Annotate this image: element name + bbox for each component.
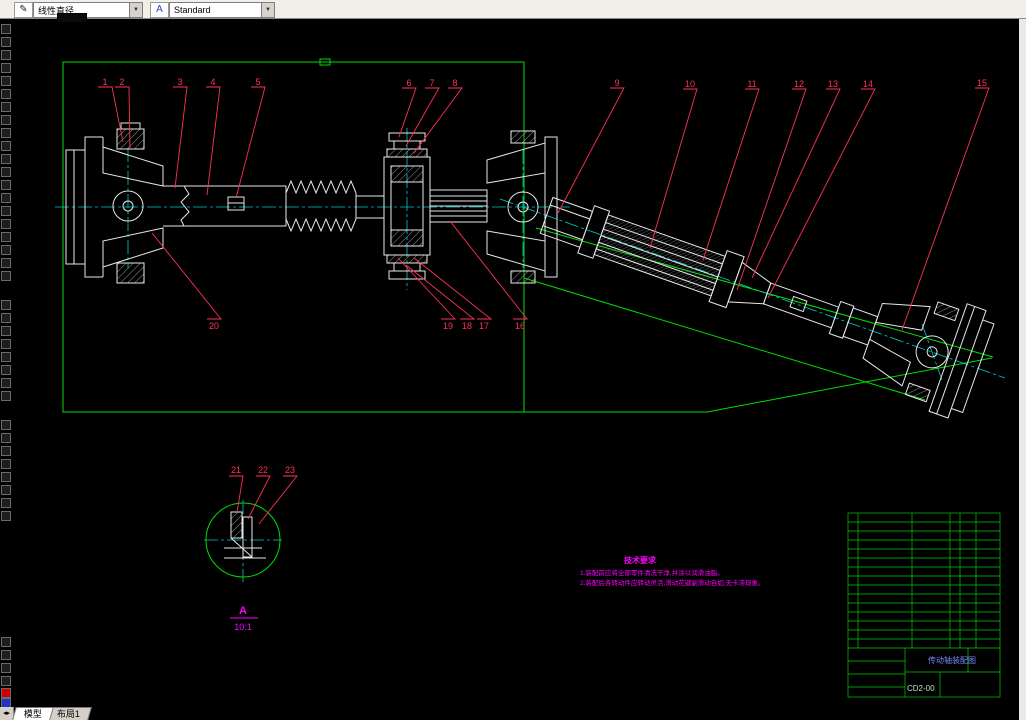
side-tool-button[interactable]: [1, 63, 11, 73]
side-tool-button[interactable]: [1, 378, 11, 388]
part-callout: 10: [685, 79, 695, 89]
part-callout: 16: [515, 321, 525, 331]
side-tool-button[interactable]: [1, 271, 11, 281]
side-tool-button[interactable]: [1, 50, 11, 60]
part-callout: 14: [863, 79, 873, 89]
centerlines: [55, 128, 1006, 582]
side-tool-button[interactable]: [1, 446, 11, 456]
detail-scale: 10:1: [234, 622, 252, 632]
part-callout: 5: [255, 77, 260, 87]
notes-title: 技术要求: [624, 555, 657, 565]
side-tool-button[interactable]: [1, 180, 11, 190]
part-callout: 4: [210, 77, 215, 87]
side-tool-button[interactable]: [1, 258, 11, 268]
side-tool-button[interactable]: [1, 688, 11, 698]
side-tool-button[interactable]: [1, 219, 11, 229]
side-tool-button[interactable]: [1, 485, 11, 495]
side-tool-button[interactable]: [1, 24, 11, 34]
part-callout: 19: [443, 321, 453, 331]
side-tool-button[interactable]: [1, 472, 11, 482]
pencil-icon: ✎: [19, 4, 28, 15]
side-tool-button[interactable]: [1, 511, 11, 521]
part-callout: 2: [119, 77, 124, 87]
part-callout: 7: [429, 78, 434, 88]
drawing-title: 传动轴装配图: [928, 655, 976, 665]
side-tool-button[interactable]: [1, 650, 11, 660]
side-tool-button[interactable]: [1, 89, 11, 99]
part-callout: 18: [462, 321, 472, 331]
part-callout: 11: [747, 79, 756, 89]
note-line: 2.装配后各转动件应转动灵活,滑动花键副滑动自如,无卡滞现象。: [580, 578, 765, 587]
letter-a-icon: A: [156, 4, 163, 15]
detail-label: A 10:1: [230, 605, 258, 632]
part-callout: 23: [285, 465, 295, 475]
side-tool-button[interactable]: [1, 498, 11, 508]
part-callout: 20: [209, 321, 219, 331]
drawing-number: CD2-00: [907, 684, 935, 693]
side-tool-button[interactable]: [1, 313, 11, 323]
side-tool-button[interactable]: [1, 326, 11, 336]
side-tool-button[interactable]: [1, 339, 11, 349]
part-callout: 22: [258, 465, 268, 475]
side-tool-button[interactable]: [1, 206, 11, 216]
chevron-down-icon[interactable]: ▼: [129, 3, 142, 17]
dim-style-dropdown[interactable]: 线性直径 ▼: [33, 2, 143, 18]
side-tool-button[interactable]: [1, 232, 11, 242]
side-tool-button[interactable]: [1, 102, 11, 112]
tab-model-label: 模型: [23, 709, 42, 719]
side-tool-button[interactable]: [1, 76, 11, 86]
text-style-value: Standard: [174, 5, 211, 15]
drawing-canvas[interactable]: 1 2 3 4 5 6 7 8 9 10 11 12 13 14 15 20 1…: [11, 18, 1019, 707]
side-tool-button[interactable]: [1, 391, 11, 401]
leader-lines: [98, 86, 990, 525]
side-tool-button[interactable]: [1, 167, 11, 177]
side-tool-button[interactable]: [1, 245, 11, 255]
side-tool-button[interactable]: [1, 352, 11, 362]
part-callout: 8: [452, 78, 457, 88]
part-callout: 3: [177, 77, 182, 87]
side-tool-button[interactable]: [1, 300, 11, 310]
tab-model[interactable]: 模型: [12, 707, 54, 720]
side-tool-button[interactable]: [1, 420, 11, 430]
note-line: 1.装配前应将全部零件清洗干净,并涂以润滑油脂。: [580, 568, 724, 577]
styles-toolbar: ✎ 线性直径 ▼ A Standard ▼: [0, 0, 1026, 19]
black-popup-artifact: [57, 13, 87, 23]
side-tool-button[interactable]: [1, 433, 11, 443]
side-toolbar: [0, 0, 11, 720]
side-tool-button[interactable]: [1, 37, 11, 47]
side-tool-button[interactable]: [1, 154, 11, 164]
side-tool-button[interactable]: [1, 663, 11, 673]
main-assembly-drawing: [65, 122, 995, 419]
part-callout: 1: [102, 77, 107, 87]
tab-layout1-label: 布局1: [56, 709, 80, 719]
chevron-down-icon[interactable]: ▼: [261, 3, 274, 17]
side-tool-button[interactable]: [1, 676, 11, 686]
part-callout: 21: [231, 465, 241, 475]
detail-letter: A: [239, 605, 247, 617]
technical-notes: 技术要求 1.装配前应将全部零件清洗干净,并涂以润滑油脂。 2.装配后各转动件应…: [580, 555, 765, 587]
window-border: [1019, 18, 1026, 720]
side-tool-button[interactable]: [1, 141, 11, 151]
part-callout: 6: [406, 78, 411, 88]
part-callout: 12: [794, 79, 804, 89]
side-tool-button[interactable]: [1, 637, 11, 647]
dim-style-icon[interactable]: ✎: [14, 2, 33, 18]
part-callout: 15: [977, 78, 987, 88]
side-tool-button[interactable]: [1, 115, 11, 125]
text-style-icon[interactable]: A: [150, 2, 169, 18]
layout-tab-bar: ◂▸ 模型 布局1: [0, 707, 1026, 720]
part-callout: 17: [479, 321, 489, 331]
phantom-boundary: [62, 58, 994, 413]
part-callout: 13: [828, 79, 838, 89]
side-tool-button[interactable]: [1, 193, 11, 203]
part-callout: 9: [614, 78, 619, 88]
side-tool-button[interactable]: [1, 459, 11, 469]
side-tool-button[interactable]: [1, 365, 11, 375]
text-style-dropdown[interactable]: Standard ▼: [169, 2, 275, 18]
title-block: 传动轴装配图 CD2-00: [847, 512, 1001, 698]
side-tool-button[interactable]: [1, 128, 11, 138]
